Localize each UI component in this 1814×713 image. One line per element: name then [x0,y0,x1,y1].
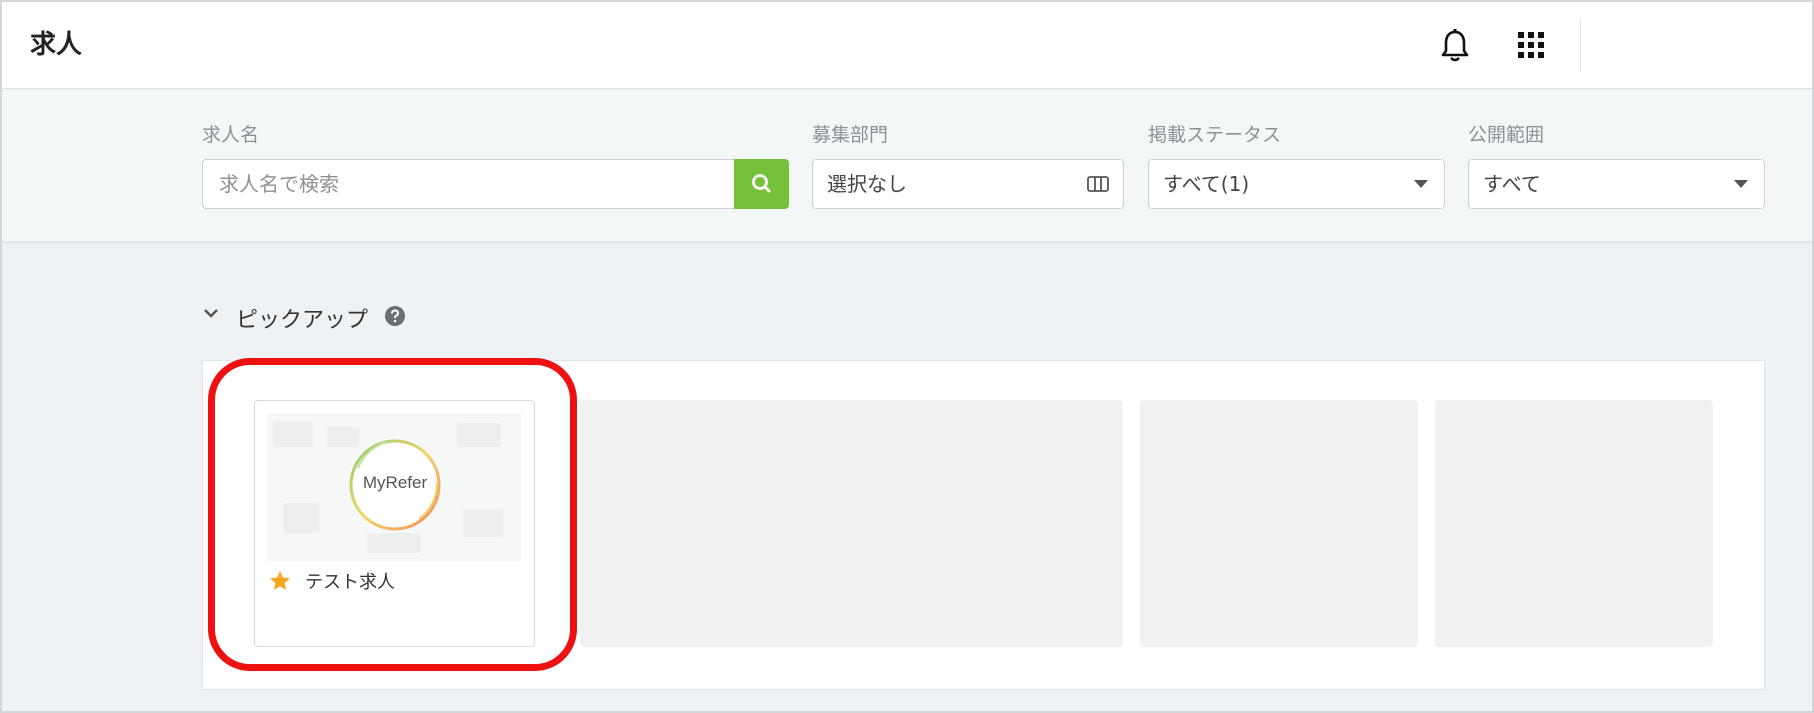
empty-card-slot [1435,400,1713,647]
job-card[interactable]: MyRefer テスト求人 [254,400,535,647]
empty-card-slot [580,400,858,647]
top-header: 求人 [2,2,1812,89]
chevron-down-icon [1414,180,1428,188]
status-label: 掲載ステータス [1148,124,1282,146]
status-select[interactable]: すべて(1) [1148,159,1445,209]
status-value: すべて(1) [1163,172,1250,196]
chevron-down-icon[interactable] [200,302,222,324]
department-label: 募集部門 [812,124,889,146]
help-icon[interactable] [384,305,406,327]
department-select[interactable]: 選択なし [812,159,1124,209]
empty-card-slot [1140,400,1418,647]
chevron-down-icon [1734,180,1748,188]
empty-card-slot [845,400,1123,647]
job-name-label: 求人名 [202,124,260,146]
page-title: 求人 [30,30,83,60]
app-frame: 求人 求人名 求人名で検索 募集部門 選択なし 掲載ステータス すべて(1) 公… [0,0,1814,713]
user-menu[interactable] [1602,22,1792,68]
job-card-title: テスト求人 [305,572,395,593]
header-divider [1580,18,1581,72]
apps-grid-icon[interactable] [1514,30,1548,60]
search-button[interactable] [734,159,789,209]
pickup-section-title: ピックアップ [236,308,369,333]
scope-label: 公開範囲 [1468,124,1545,146]
job-search-input[interactable] [202,159,736,209]
search-icon [752,174,771,193]
job-thumbnail: MyRefer [267,413,522,561]
columns-icon [1087,176,1109,192]
scope-select[interactable]: すべて [1468,159,1765,209]
star-icon[interactable] [268,569,292,593]
scope-value: すべて [1483,172,1541,196]
bell-icon[interactable] [1438,28,1472,64]
logo-text: MyRefer [362,473,428,492]
department-value: 選択なし [827,172,907,196]
filter-bar: 求人名 募集部門 選択なし 掲載ステータス すべて(1) 公開範囲 すべて [2,90,1812,242]
